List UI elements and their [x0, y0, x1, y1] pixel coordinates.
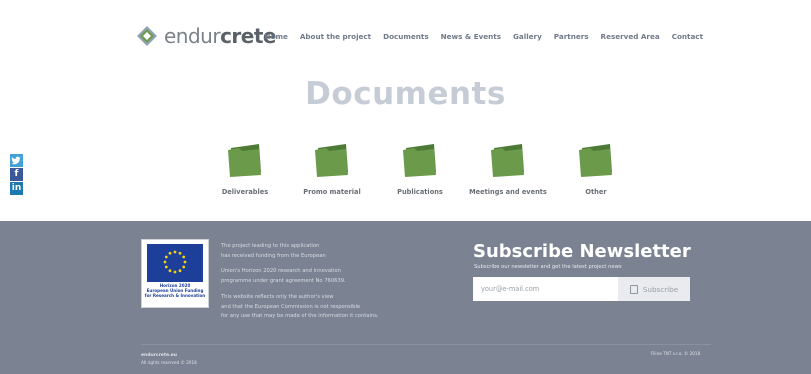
nav-item-home[interactable]: Home: [265, 32, 288, 41]
newsletter-email-input[interactable]: your@e-mail.com: [473, 277, 618, 301]
folder-label: Deliverables: [221, 188, 269, 196]
logo-mark-icon: [137, 26, 157, 46]
page: endurcrete Home About the project Docume…: [0, 0, 811, 374]
folder-icon: [403, 144, 436, 177]
funding-statement: The project leading to this application h…: [221, 243, 379, 320]
facebook-icon[interactable]: f: [10, 168, 23, 181]
logo-text: endurcrete: [164, 24, 276, 48]
folder-icon: [579, 144, 612, 177]
twitter-icon[interactable]: [10, 154, 23, 167]
nav-item-about[interactable]: About the project: [300, 32, 371, 41]
folder-promo-material[interactable]: Promo material: [287, 142, 377, 196]
nav-item-partners[interactable]: Partners: [554, 32, 589, 41]
social-links: f in: [10, 154, 23, 196]
nav-item-reserved-area[interactable]: Reserved Area: [601, 32, 660, 41]
folder-label: Other: [585, 188, 607, 196]
linkedin-icon[interactable]: in: [10, 182, 23, 195]
folder-meetings-events[interactable]: Meetings and events: [463, 142, 553, 196]
main-navigation: Home About the project Documents News & …: [265, 32, 704, 41]
footer-divider: [141, 344, 711, 345]
folder-icon: [315, 144, 348, 177]
page-title: Documents: [305, 76, 506, 112]
subscribe-button[interactable]: Subscribe: [618, 277, 690, 301]
copyright-left: endurcrete.eu All rights reserved © 2018: [141, 353, 197, 365]
newsletter-title: Subscribe Newsletter: [473, 241, 691, 262]
folder-publications[interactable]: Publications: [375, 142, 465, 196]
folder-deliverables[interactable]: Deliverables: [200, 142, 290, 196]
copyright-right: Filine TNT s.r.o. © 2018: [651, 351, 701, 356]
nav-item-contact[interactable]: Contact: [672, 32, 703, 41]
eu-flag-icon: [147, 244, 203, 282]
folder-other[interactable]: Other: [551, 142, 641, 196]
document-folders: Deliverables Promo material Publications…: [200, 142, 630, 202]
folder-label: Meetings and events: [469, 188, 547, 196]
eu-horizon-logo: Horizon 2020 European Union Funding for …: [141, 239, 209, 308]
endurcrete-logo[interactable]: endurcrete: [136, 22, 276, 50]
nav-item-news-events[interactable]: News & Events: [441, 32, 501, 41]
site-domain[interactable]: endurcrete.eu: [141, 353, 177, 358]
nav-item-documents[interactable]: Documents: [383, 32, 428, 41]
email-placeholder: your@e-mail.com: [481, 285, 540, 293]
newsletter-subtitle: Subscribe our newsletter and get the lat…: [474, 264, 622, 270]
folder-icon: [491, 144, 524, 177]
subscribe-label: Subscribe: [642, 284, 679, 294]
folder-label: Promo material: [303, 188, 361, 196]
folder-label: Publications: [397, 188, 443, 196]
eu-logo-caption: Horizon 2020 European Union Funding for …: [144, 283, 206, 298]
newsletter-icon: [629, 284, 638, 294]
nav-item-gallery[interactable]: Gallery: [513, 32, 542, 41]
folder-icon: [228, 144, 261, 177]
